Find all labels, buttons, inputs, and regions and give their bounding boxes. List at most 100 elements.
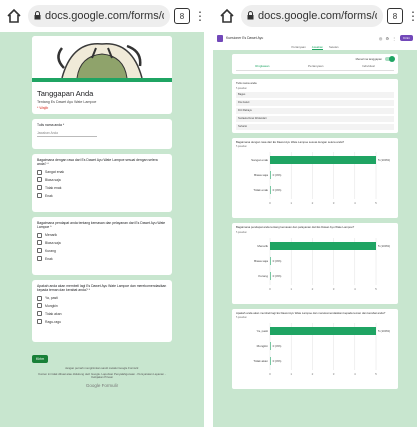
password-warning: Jangan pernah mengirimkan sandi melalui …: [65, 366, 139, 370]
question-title: Bagaimana pendapat anda tentang kemasan …: [236, 225, 355, 230]
tick-label: 0: [269, 372, 271, 376]
tick-label: 5: [375, 287, 377, 291]
question-title: Bagaimana dengan rasa dari Es Dawet Ayu …: [37, 158, 158, 167]
checkbox[interactable]: [37, 240, 42, 246]
checkbox-option[interactable]: Tidak akan: [37, 311, 167, 317]
category-label: Tidak akan: [253, 359, 268, 363]
checkbox[interactable]: [37, 177, 42, 183]
checkbox[interactable]: [37, 248, 42, 254]
bar: [270, 327, 376, 336]
tab-settings[interactable]: Setelan: [329, 45, 339, 49]
option-label: Ya, pasti: [45, 296, 58, 301]
option-label: Enak: [45, 193, 53, 198]
submit-button[interactable]: Kirim: [32, 355, 49, 363]
toolbar-icons[interactable]: ◎ ⚙ ⋮: [379, 36, 397, 41]
checkbox[interactable]: [37, 295, 42, 301]
editor-tabs: Pertanyaan Jawaban Setelan: [213, 44, 417, 50]
browser-url-bar: docs.google.com/forms/d/1r 8 ⋮: [213, 0, 417, 32]
option-label: Biasa saja: [45, 177, 61, 182]
option-label: Menarik: [45, 233, 58, 238]
form-title-card: Tanggapan Anda Tentang Es Dawet Ayu Wate…: [32, 82, 172, 114]
tick-label: 1: [290, 372, 292, 376]
checkbox-option[interactable]: Mungkin: [37, 303, 167, 309]
tab-responses[interactable]: Jawaban: [311, 45, 323, 50]
name-input[interactable]: Jawaban Anda: [37, 131, 97, 138]
question-card-name: Tulis nama anda * Jawaban Anda: [32, 119, 172, 149]
question-title: Bagaimana dengan rasa dari Es Dawet Ayu …: [236, 139, 345, 144]
checkbox[interactable]: [37, 319, 42, 324]
url-text: docs.google.com/forms/d/e/: [45, 10, 164, 22]
data-label: 0 (0%): [273, 344, 282, 348]
checkbox[interactable]: [37, 185, 42, 191]
tab-switcher-button[interactable]: 8: [174, 8, 190, 24]
more-menu-icon[interactable]: ⋮: [407, 8, 417, 24]
bar: [270, 342, 271, 351]
checkbox-option[interactable]: Biasa saja: [37, 240, 167, 246]
bar: [270, 357, 271, 366]
checkbox-option[interactable]: Enak: [37, 256, 167, 261]
name-response: Dwi Astuti: [236, 99, 394, 106]
question-title: Apakah anda akan membeli lagi Es Dawet A…: [236, 310, 386, 315]
subtab-summary[interactable]: Ringkasan: [255, 64, 269, 68]
more-menu-icon[interactable]: ⋮: [194, 8, 204, 24]
data-label: 0 (0%): [273, 274, 282, 278]
option-label: Enak: [45, 256, 53, 261]
bar-chart: 0 1 2 3 4 5 Ya, pasti 5 (100%) Mungkin 0 (0%) Tida…: [253, 323, 390, 376]
subtab-individual[interactable]: Individual: [362, 64, 375, 68]
home-icon[interactable]: [4, 6, 24, 26]
right-phone-screen: docs.google.com/forms/d/1r 8 ⋮ Kuesioner…: [213, 0, 417, 427]
checkbox[interactable]: [37, 169, 42, 175]
bar: [270, 156, 376, 165]
option-label: Sangat enak: [45, 170, 65, 175]
checkbox-option[interactable]: Sangat enak: [37, 169, 167, 175]
tick-label: 5: [375, 372, 377, 376]
tab-questions[interactable]: Pertanyaan: [291, 45, 305, 49]
checkbox[interactable]: [37, 232, 42, 238]
address-field[interactable]: docs.google.com/forms/d/1r: [241, 5, 383, 27]
tick-label: 5: [375, 201, 377, 205]
tab-switcher-button[interactable]: 8: [387, 8, 403, 24]
tick-label: 3: [333, 287, 335, 291]
tick-label: 2: [312, 287, 314, 291]
category-label: Ya, pasti: [257, 329, 269, 333]
checkbox-option[interactable]: Ya, pasti: [37, 295, 167, 301]
bar: [270, 241, 376, 250]
question-title: Tulis nama anda: [236, 81, 257, 85]
bar: [270, 186, 271, 195]
data-label: 0 (0%): [273, 188, 282, 192]
forms-app-bar: Kuesioner Es Dawet Ayu ◎ ⚙ ⋮ Kirim: [213, 32, 417, 44]
required-note: * Wajib: [37, 106, 49, 110]
option-label: Tidak enak: [45, 185, 62, 190]
footer-disclaimer: Konten ini tidak dibuat atau didukung ol…: [38, 371, 166, 380]
responses-column: Menerima tanggapan Ringkasan Pertanyaan …: [232, 54, 398, 394]
checkbox-option[interactable]: Ragu-ragu: [37, 319, 167, 324]
address-field[interactable]: docs.google.com/forms/d/e/: [28, 5, 170, 27]
form-header-image: [32, 36, 172, 78]
form-title: Tanggapan Anda: [37, 89, 94, 98]
checkbox-option[interactable]: Kurang: [37, 248, 167, 254]
send-button[interactable]: Kirim: [400, 35, 413, 41]
category-label: Menarik: [257, 244, 268, 248]
chart-card: Bagaimana dengan rasa dari Es Dawet Ayu …: [232, 137, 398, 219]
names-response-card: Tulis nama anda 5 jawaban Bagus Dwi Astu…: [232, 79, 398, 133]
home-icon[interactable]: [217, 6, 237, 26]
data-label: 5 (100%): [378, 329, 390, 333]
left-phone-screen: docs.google.com/forms/d/e/ 8 ⋮ Tanggapan…: [0, 0, 204, 427]
category-label: Biasa saja: [254, 173, 268, 177]
bar: [270, 171, 271, 180]
subtab-question[interactable]: Pertanyaan: [308, 64, 323, 68]
checkbox-option[interactable]: Biasa saja: [37, 177, 167, 183]
checkbox[interactable]: [37, 311, 42, 317]
checkbox[interactable]: [37, 303, 42, 309]
tick-label: 3: [333, 372, 335, 376]
accepting-toggle[interactable]: [385, 56, 395, 62]
checkbox-option[interactable]: Tidak enak: [37, 185, 167, 191]
question-card-repurchase: Apakah anda akan membeli lagi Es Dawet A…: [32, 280, 172, 342]
checkbox-option[interactable]: Enak: [37, 193, 167, 198]
checkbox[interactable]: [37, 193, 42, 198]
data-label: 0 (0%): [273, 359, 282, 363]
checkbox[interactable]: [37, 256, 42, 261]
tick-label: 1: [290, 201, 292, 205]
checkbox-option[interactable]: Menarik: [37, 232, 167, 238]
response-count: 5 jawaban: [236, 86, 247, 90]
